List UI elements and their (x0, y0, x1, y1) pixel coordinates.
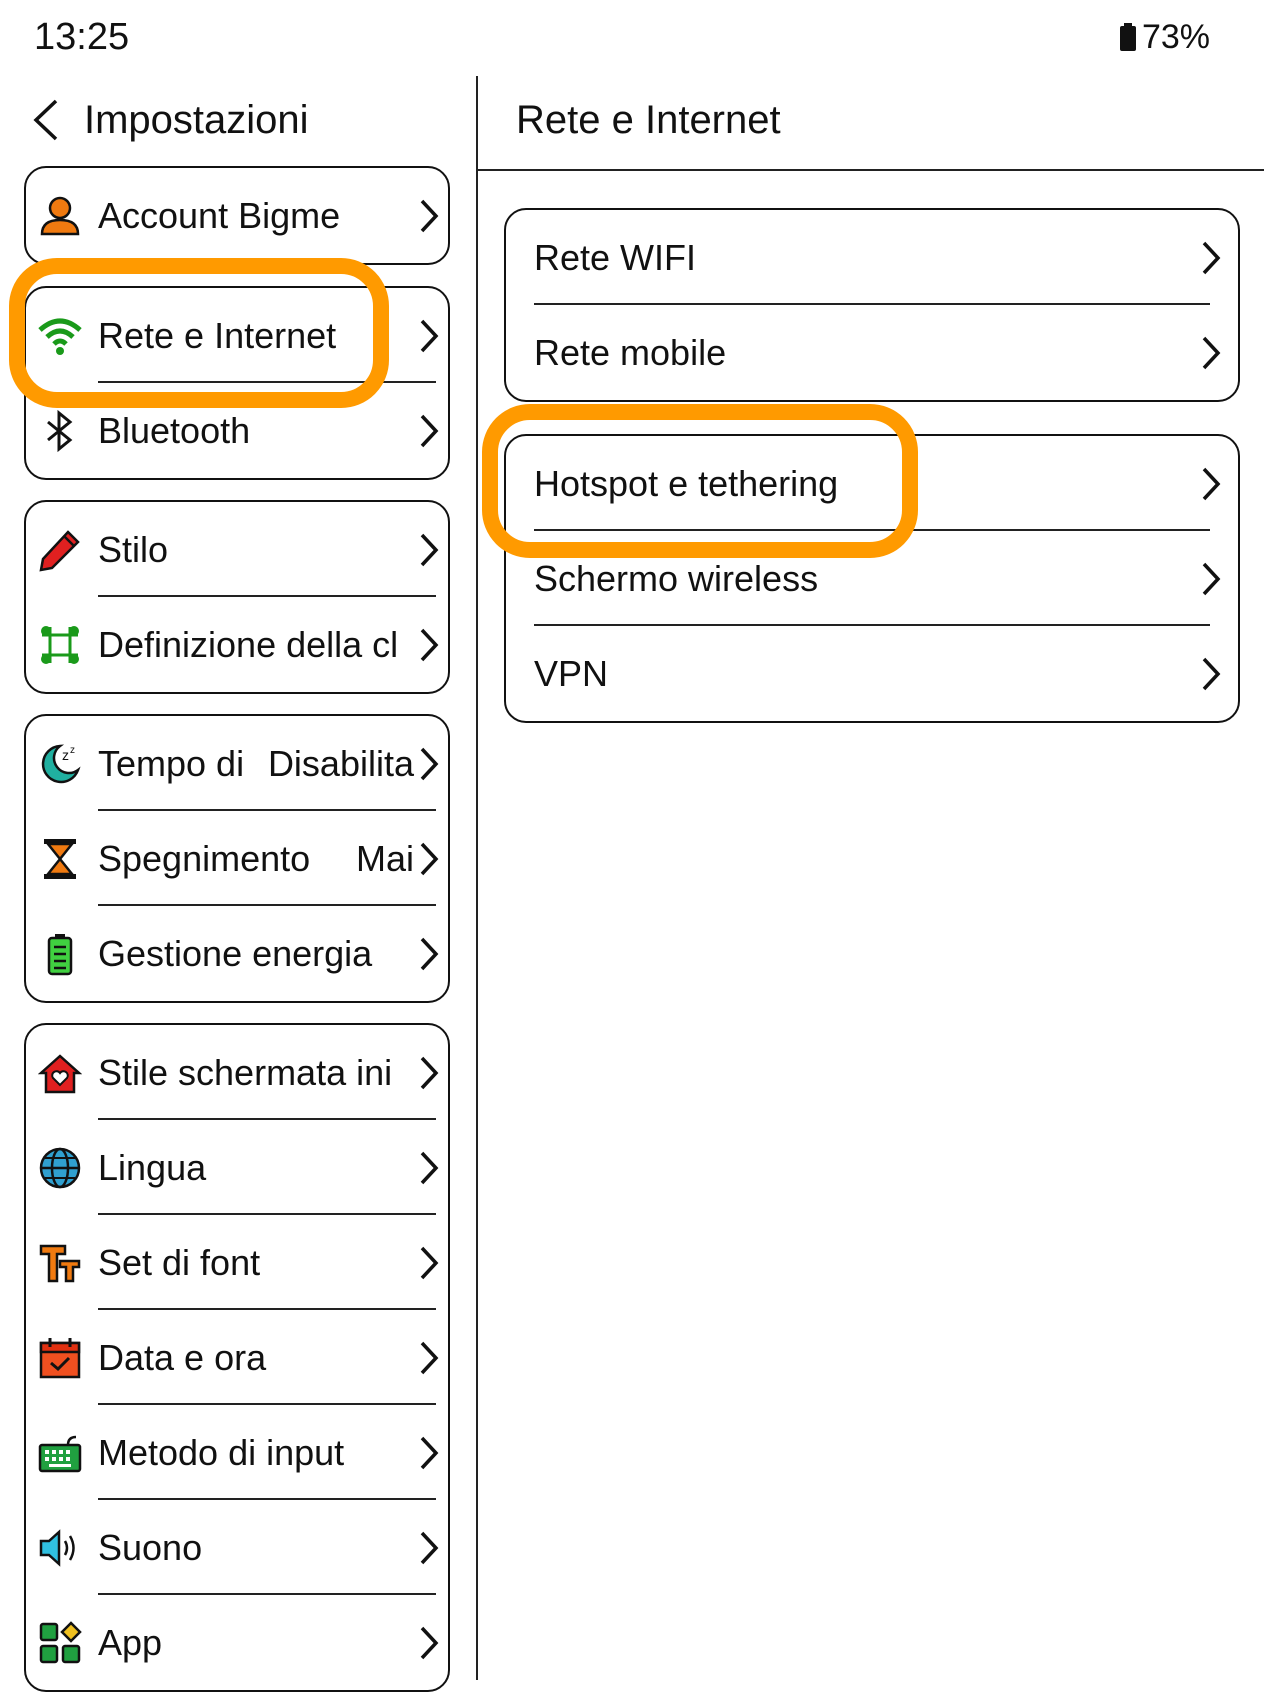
font-icon (38, 1241, 82, 1285)
settings-item-definizione-della-cl[interactable]: Definizione della cl (26, 597, 448, 692)
settings-item-stile-schermata-ini[interactable]: Stile schermata ini (26, 1025, 448, 1120)
network-item-label: Rete mobile (534, 332, 727, 373)
settings-item-tempo-di[interactable]: z z Tempo di Disabilita (26, 716, 448, 811)
bluetooth-icon (38, 409, 82, 453)
calendar-icon (38, 1336, 82, 1380)
network-item-schermo-wireless[interactable]: Schermo wireless (506, 531, 1238, 626)
settings-item-metodo-di-input[interactable]: Metodo di input (26, 1405, 448, 1500)
settings-item-label: Lingua (98, 1147, 207, 1188)
network-item-rete-mobile[interactable]: Rete mobile (506, 305, 1238, 400)
chevron-right-icon (418, 1150, 440, 1186)
battery-percentage: 73% (1141, 18, 1210, 56)
back-header[interactable]: Impostazioni (30, 92, 309, 148)
globe-icon (38, 1146, 82, 1190)
shortcut-icon (38, 623, 82, 667)
settings-item-suono[interactable]: Suono (26, 1500, 448, 1595)
settings-item-value: Mai (351, 811, 414, 906)
pane-divider (476, 76, 478, 1680)
wifi-icon (38, 314, 82, 358)
settings-item-label: Account Bigme (98, 195, 341, 236)
settings-group: Account Bigme (24, 166, 450, 265)
settings-item-label: Rete e Internet (98, 315, 337, 356)
settings-group: z z Tempo di Disabilita Spegnimento Mai Gestio… (24, 714, 450, 1003)
chevron-right-icon (418, 1625, 440, 1661)
settings-item-label: Stile schermata ini (98, 1052, 393, 1093)
page-title: Impostazioni (84, 97, 309, 142)
chevron-right-icon (418, 1340, 440, 1376)
settings-item-account-bigme[interactable]: Account Bigme (26, 168, 448, 263)
speaker-icon (38, 1526, 82, 1570)
chevron-right-icon (418, 1055, 440, 1091)
battery-icon (38, 932, 82, 976)
settings-item-label: Data e ora (98, 1337, 267, 1378)
settings-item-lingua[interactable]: Lingua (26, 1120, 448, 1215)
settings-item-label: Definizione della cl (98, 624, 399, 665)
settings-item-label: App (98, 1622, 163, 1663)
settings-item-spegnimento[interactable]: Spegnimento Mai (26, 811, 448, 906)
svg-text:z: z (70, 745, 75, 756)
detail-title: Rete e Internet (516, 98, 781, 142)
sleep-icon: zz (38, 742, 82, 786)
chevron-right-icon (418, 627, 440, 663)
chevron-right-icon (1200, 466, 1222, 502)
settings-item-label: Set di font (98, 1242, 261, 1283)
chevron-right-icon (418, 746, 440, 782)
network-item-vpn[interactable]: VPN (506, 626, 1238, 721)
chevron-right-icon (418, 532, 440, 568)
settings-item-bluetooth[interactable]: Bluetooth (26, 383, 448, 478)
status-battery: 73% (1119, 18, 1210, 57)
settings-item-data-e-ora[interactable]: Data e ora (26, 1310, 448, 1405)
account-icon (38, 194, 82, 238)
settings-item-stilo[interactable]: Stilo (26, 502, 448, 597)
network-item-rete-wifi[interactable]: Rete WIFI (506, 210, 1238, 305)
chevron-right-icon (418, 841, 440, 877)
network-item-label: Hotspot e tethering (534, 463, 839, 504)
chevron-right-icon (418, 936, 440, 972)
settings-group: Rete e Internet Bluetooth (24, 286, 450, 480)
settings-item-label: Stilo (98, 529, 169, 570)
detail-header-divider (478, 169, 1264, 171)
network-item-label: Schermo wireless (534, 558, 819, 599)
svg-text:z: z (62, 747, 69, 763)
home-icon (37, 1051, 83, 1095)
keyboard-icon (38, 1431, 82, 1475)
settings-item-app[interactable]: App (26, 1595, 448, 1690)
settings-item-rete-e-internet[interactable]: Rete e Internet (26, 288, 448, 383)
network-item-label: Rete WIFI (534, 237, 697, 278)
chevron-right-icon (418, 1435, 440, 1471)
settings-item-value: Disabilita (263, 716, 414, 811)
network-group: Rete WIFI Rete mobile (504, 208, 1240, 402)
settings-item-label: Bluetooth (98, 410, 251, 451)
network-item-label: VPN (534, 653, 609, 694)
settings-item-label: Metodo di input (98, 1432, 345, 1473)
settings-item-label: Suono (98, 1527, 203, 1568)
network-group: Hotspot e tethering Schermo wireless VPN (504, 434, 1240, 723)
chevron-right-icon (1200, 240, 1222, 276)
settings-group: Stile schermata ini Lingua Set di font Data… (24, 1023, 450, 1692)
chevron-right-icon (1200, 561, 1222, 597)
settings-group: Stilo Definizione della cl (24, 500, 450, 694)
chevron-right-icon (418, 1530, 440, 1566)
back-arrow-icon[interactable] (30, 97, 64, 143)
chevron-right-icon (418, 318, 440, 354)
chevron-right-icon (418, 413, 440, 449)
status-time: 13:25 (34, 16, 130, 58)
chevron-right-icon (418, 1245, 440, 1281)
chevron-right-icon (1200, 656, 1222, 692)
hourglass-icon (38, 837, 82, 881)
pen-icon (38, 528, 82, 572)
settings-item-gestione-energia[interactable]: Gestione energia (26, 906, 448, 1001)
chevron-right-icon (1200, 335, 1222, 371)
settings-item-set-di-font[interactable]: Set di font (26, 1215, 448, 1310)
status-bar: 13:25 73% (0, 0, 1264, 80)
chevron-right-icon (418, 198, 440, 234)
settings-item-label: Gestione energia (98, 933, 373, 974)
network-item-hotspot-e-tethering[interactable]: Hotspot e tethering (506, 436, 1238, 531)
battery-status-icon (1119, 22, 1136, 53)
apps-icon (38, 1621, 82, 1665)
